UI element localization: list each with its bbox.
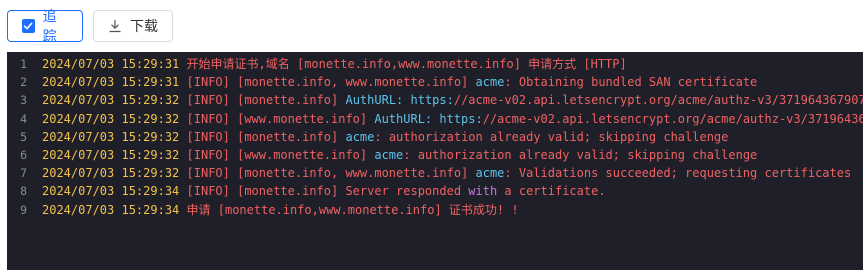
log-text: 2024/07/03 15:29:34 [INFO] [monette.info… <box>42 182 606 200</box>
line-number: 8 <box>20 184 27 199</box>
log-line: 6 2024/07/03 15:29:32 [INFO] [www.monette… <box>7 146 863 164</box>
log-message: : Validations succeeded; requesting cert… <box>504 166 852 181</box>
follow-button[interactable]: 追踪 <box>7 9 83 45</box>
line-number: 7 <box>20 166 27 181</box>
log-text: 2024/07/03 15:29:32 [INFO] [monette.info… <box>42 164 851 182</box>
log-message: [INFO] [monette.info] <box>186 129 346 144</box>
line-number: 2 <box>20 75 27 90</box>
log-message: //acme-v02.api.letsencrypt.org/acme/auth… <box>482 111 863 126</box>
download-button[interactable]: 下载 <box>93 10 173 42</box>
log-keyword: acme <box>475 166 505 181</box>
log-text: 2024/07/03 15:29:32 [INFO] [www.monette.… <box>42 110 863 128</box>
log-timestamp: 2024/07/03 15:29:34 <box>42 184 180 199</box>
log-message: a certificate. <box>497 184 606 199</box>
log-timestamp: 2024/07/03 15:29:32 <box>42 93 180 108</box>
log-line: 7 2024/07/03 15:29:32 [INFO] [monette.inf… <box>7 164 863 182</box>
log-line: 1 2024/07/03 15:29:31 开始申请证书,域名 [monette.… <box>7 55 863 73</box>
log-message: [INFO] [monette.info, www.monette.info] <box>186 75 476 90</box>
toolbar: 追踪 下载 <box>0 0 863 52</box>
log-text: 2024/07/03 15:29:31 [INFO] [monette.info… <box>42 73 757 91</box>
line-number: 6 <box>20 148 27 162</box>
checkbox-checked-icon[interactable] <box>22 19 35 33</box>
line-number: 9 <box>20 202 27 217</box>
line-number: 5 <box>20 129 27 144</box>
follow-button-label: 追踪 <box>42 9 57 45</box>
log-timestamp: 2024/07/03 15:29:32 <box>42 166 180 181</box>
log-keyword: acme <box>345 129 375 144</box>
log-keyword: with <box>468 184 498 199</box>
log-message: : Obtaining bundled SAN certificate <box>504 75 758 90</box>
log-message: [INFO] [monette.info] <box>186 93 346 108</box>
log-text: 2024/07/03 15:29:31 开始申请证书,域名 [monette.i… <box>42 55 627 73</box>
line-number: 3 <box>20 93 27 108</box>
log-line: 3 2024/07/03 15:29:32 [INFO] [monette.inf… <box>7 91 863 109</box>
line-number: 4 <box>20 111 27 126</box>
log-line: 5 2024/07/03 15:29:32 [INFO] [monette.inf… <box>7 128 863 146</box>
log-console[interactable]: 1 2024/07/03 15:29:31 开始申请证书,域名 [monette.… <box>7 52 863 270</box>
log-message: 开始申请证书,域名 [monette.info,www.monette.info… <box>186 57 627 71</box>
log-timestamp: 2024/07/03 15:29:31 <box>42 75 180 90</box>
log-timestamp: 2024/07/03 15:29:31 <box>42 57 180 71</box>
log-message: [INFO] [monette.info, www.monette.info] <box>186 166 476 181</box>
log-text: 2024/07/03 15:29:34 申请 [monette.info,www… <box>42 201 519 219</box>
log-message: : authorization already valid; skipping … <box>403 148 758 162</box>
log-message: : authorization already valid; skipping … <box>374 129 729 144</box>
log-text: 2024/07/03 15:29:32 [INFO] [monette.info… <box>42 128 728 146</box>
line-number: 1 <box>20 57 27 71</box>
log-keyword: acme <box>374 148 404 162</box>
log-line: 4 2024/07/03 15:29:32 [INFO] [www.monette… <box>7 110 863 128</box>
log-timestamp: 2024/07/03 15:29:32 <box>42 129 180 144</box>
log-message: 申请 [monette.info,www.monette.info] 证书成功!… <box>186 202 519 217</box>
download-button-label: 下载 <box>130 19 158 35</box>
log-keyword: AuthURL: https: <box>345 93 454 108</box>
log-message: [INFO] [monette.info] Server responded <box>186 184 469 199</box>
log-line: 9 2024/07/03 15:29:34 申请 [monette.info,ww… <box>7 201 863 219</box>
log-message: [INFO] [www.monette.info] <box>186 111 375 126</box>
log-message: //acme-v02.api.letsencrypt.org/acme/auth… <box>453 93 863 108</box>
log-line: 2 2024/07/03 15:29:31 [INFO] [monette.inf… <box>7 73 863 91</box>
log-text: 2024/07/03 15:29:32 [INFO] [www.monette.… <box>42 146 757 164</box>
log-message: [INFO] [www.monette.info] <box>186 148 375 162</box>
log-keyword: acme <box>475 75 505 90</box>
log-timestamp: 2024/07/03 15:29:34 <box>42 202 180 217</box>
log-line: 8 2024/07/03 15:29:34 [INFO] [monette.inf… <box>7 182 863 200</box>
log-timestamp: 2024/07/03 15:29:32 <box>42 148 180 162</box>
log-keyword: AuthURL: https: <box>374 111 483 126</box>
log-text: 2024/07/03 15:29:32 [INFO] [monette.info… <box>42 91 863 109</box>
download-icon <box>108 19 122 33</box>
log-timestamp: 2024/07/03 15:29:32 <box>42 111 180 126</box>
